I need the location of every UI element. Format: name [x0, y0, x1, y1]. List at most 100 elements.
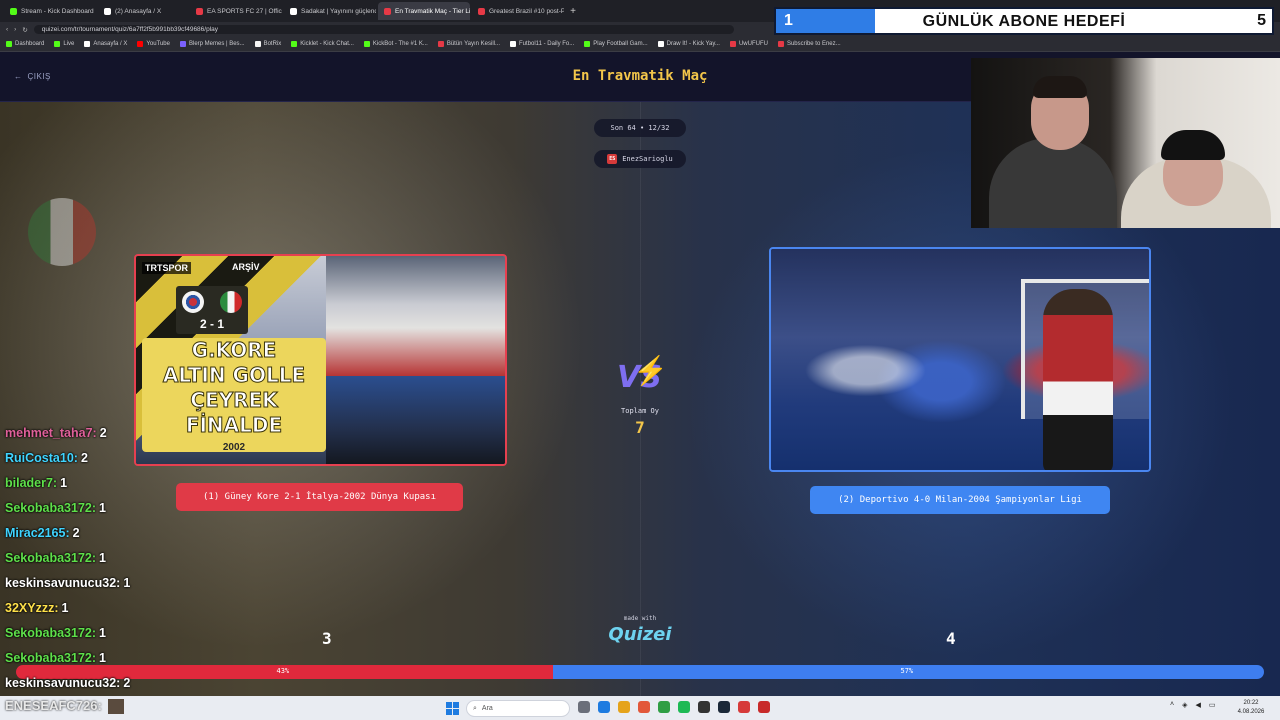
search-icon: ⌕ [473, 704, 477, 712]
headline-line: G.KORE [191, 337, 277, 362]
tab-favicon-icon [290, 7, 297, 15]
url-field[interactable]: quizei.com/tr/tournament/quiz/6a7ff2f5b9… [33, 25, 734, 34]
back-nav-icon[interactable]: ‹ [6, 26, 8, 33]
bookmark-item[interactable]: Bütün Yayın Kesill... [437, 41, 500, 47]
bookmark-item[interactable]: YouTube [137, 41, 170, 47]
bookmark-label: Play Football Gam... [593, 41, 648, 47]
file-explorer-icon[interactable] [618, 701, 630, 713]
bookmark-label: KickBot - The #1 K... [372, 41, 428, 47]
windows-start-icon[interactable] [446, 702, 459, 715]
steam-icon[interactable] [718, 701, 730, 713]
widgets-icon[interactable] [598, 701, 610, 713]
bookmark-favicon-icon [54, 41, 61, 47]
bookmark-label: Anasayfa / X [93, 41, 128, 47]
chat-vote-value: 1 [123, 575, 131, 590]
archive-badge: ARŞİV [232, 262, 260, 272]
clock-time: 20:22 [1243, 700, 1259, 706]
reload-icon[interactable]: ↻ [22, 26, 27, 34]
option-left-label[interactable]: (1) Güney Kore 2-1 İtalya-2002 Dünya Kup… [176, 483, 463, 511]
taskbar-clock[interactable]: 20:22 4.08.2026 [1226, 699, 1276, 717]
firefox-icon[interactable] [638, 701, 650, 713]
bookmark-item[interactable]: Dashboard [6, 41, 44, 47]
bookmark-label: Live [63, 41, 75, 47]
bookmark-favicon-icon [291, 41, 298, 47]
bookmark-item[interactable]: KickBot - The #1 K... [363, 41, 428, 47]
bookmark-item[interactable]: Anasayfa / X [84, 41, 127, 47]
creator-avatar: ES [607, 154, 618, 164]
creator-badge[interactable]: ES EnezSarioglu [594, 150, 686, 168]
chat-username: RuiCosta10: [5, 450, 78, 465]
opera-icon[interactable] [738, 701, 750, 713]
option-left-photo-lower [326, 376, 505, 464]
forward-nav-icon[interactable]: › [14, 26, 16, 33]
volume-icon[interactable]: ◀ [1195, 701, 1200, 709]
bookmark-item[interactable]: BotRix [254, 41, 282, 47]
vote-progress-bar: 43% 57% [16, 665, 1264, 679]
chat-username: Sekobaba3172: [5, 625, 97, 640]
quizei-logo[interactable]: Quizei [600, 624, 680, 645]
tab-favicon-icon [104, 7, 111, 15]
bookmark-item[interactable]: Blerp Memes | Bes... [179, 41, 245, 47]
browser-tab[interactable]: Greatest Brazil #10 post-Pe [472, 2, 564, 20]
bookmark-label: Subscribe to Enez... [786, 41, 841, 47]
new-tab-button[interactable]: + [566, 6, 580, 17]
chrome-icon[interactable] [658, 701, 670, 713]
streamer-name: ENESEAFC726: [5, 698, 102, 713]
browser-tab[interactable]: (2) Anasayfa / X [98, 2, 188, 20]
bookmark-item[interactable]: Futbol11 - Daily Fo... [510, 41, 574, 47]
chat-username: bilader7: [5, 475, 58, 490]
bookmark-item[interactable]: Live [54, 41, 74, 47]
obs-icon[interactable] [698, 701, 710, 713]
scoreboard: 2 - 1 [176, 286, 248, 334]
bookmark-label: Kicklet - Kick Chat... [300, 41, 354, 47]
browser-tab[interactable]: Stream - Kick Dashboard [4, 2, 96, 20]
streamer-hair [1033, 76, 1087, 98]
chat-username: Mirac2165: [5, 525, 70, 540]
app-icon[interactable] [758, 701, 770, 713]
bookmark-label: BotRix [263, 41, 282, 47]
network-icon[interactable]: ◈ [1182, 701, 1187, 709]
bookmark-item[interactable]: UwUFUFU [729, 41, 768, 47]
system-tray: ˄ ◈ ◀ ▭ [1170, 701, 1216, 709]
korea-flag-icon [182, 291, 204, 313]
option-right-label[interactable]: (2) Deportivo 4-0 Milan-2004 Şampiyonlar… [810, 486, 1110, 514]
chat-vote-value: 1 [60, 475, 68, 490]
tab-favicon-icon [10, 7, 17, 15]
bookmark-item[interactable]: Play Football Gam... [584, 41, 648, 47]
tab-favicon-icon [478, 7, 485, 15]
battery-icon[interactable]: ▭ [1209, 701, 1216, 709]
chat-message: keskinsavunucu32: 2 [5, 670, 175, 695]
bookmark-favicon-icon [6, 41, 12, 47]
total-votes-label: Toplam Oy [621, 407, 659, 415]
browser-tab[interactable]: En Travmatik Maç - Tier Li [378, 2, 470, 20]
browser-tab[interactable]: Sadakat | Yayınını güçlendi [284, 2, 376, 20]
bookmark-item[interactable]: Draw It! - Kick Yay... [657, 41, 720, 47]
spotify-icon[interactable] [678, 701, 690, 713]
italy-flag-icon [220, 291, 242, 313]
chat-vote-value: 2 [80, 450, 88, 465]
lightning-icon: ⚡ [633, 355, 668, 386]
bookmark-favicon-icon [179, 41, 186, 47]
subscriber-goal-overlay: 1 GÜNLÜK ABONE HEDEFİ 5 [774, 7, 1274, 35]
browser-tab[interactable]: EA SPORTS FC 27 | Officia [190, 2, 282, 20]
tab-label: Stream - Kick Dashboard [21, 7, 94, 15]
task-view-icon[interactable] [578, 701, 590, 713]
taskbar-search[interactable]: ⌕ Ara [466, 700, 570, 717]
center-divider [640, 102, 641, 696]
bookmark-favicon-icon [777, 41, 784, 47]
bookmark-favicon-icon [510, 41, 516, 47]
chevron-up-icon[interactable]: ˄ [1170, 701, 1174, 709]
webcam-overlay [971, 58, 1280, 228]
bookmark-label: UwUFUFU [738, 41, 768, 47]
bookmark-label: Blerp Memes | Bes... [188, 41, 245, 47]
tab-favicon-icon [196, 7, 203, 15]
option-left-card[interactable]: TRTSPOR ARŞİV 2 - 1 G.KORE ALTIN GOLLE Ç… [134, 254, 507, 466]
search-placeholder: Ara [481, 705, 493, 712]
bookmark-item[interactable]: Subscribe to Enez... [777, 41, 841, 47]
tab-label: (2) Anasayfa / X [115, 7, 162, 15]
option-right-card[interactable] [769, 247, 1151, 472]
bookmark-label: YouTube [146, 41, 170, 47]
bookmark-item[interactable]: Kicklet - Kick Chat... [291, 41, 354, 47]
chat-vote-value: 1 [99, 625, 106, 640]
right-percent: 57% [900, 667, 914, 675]
